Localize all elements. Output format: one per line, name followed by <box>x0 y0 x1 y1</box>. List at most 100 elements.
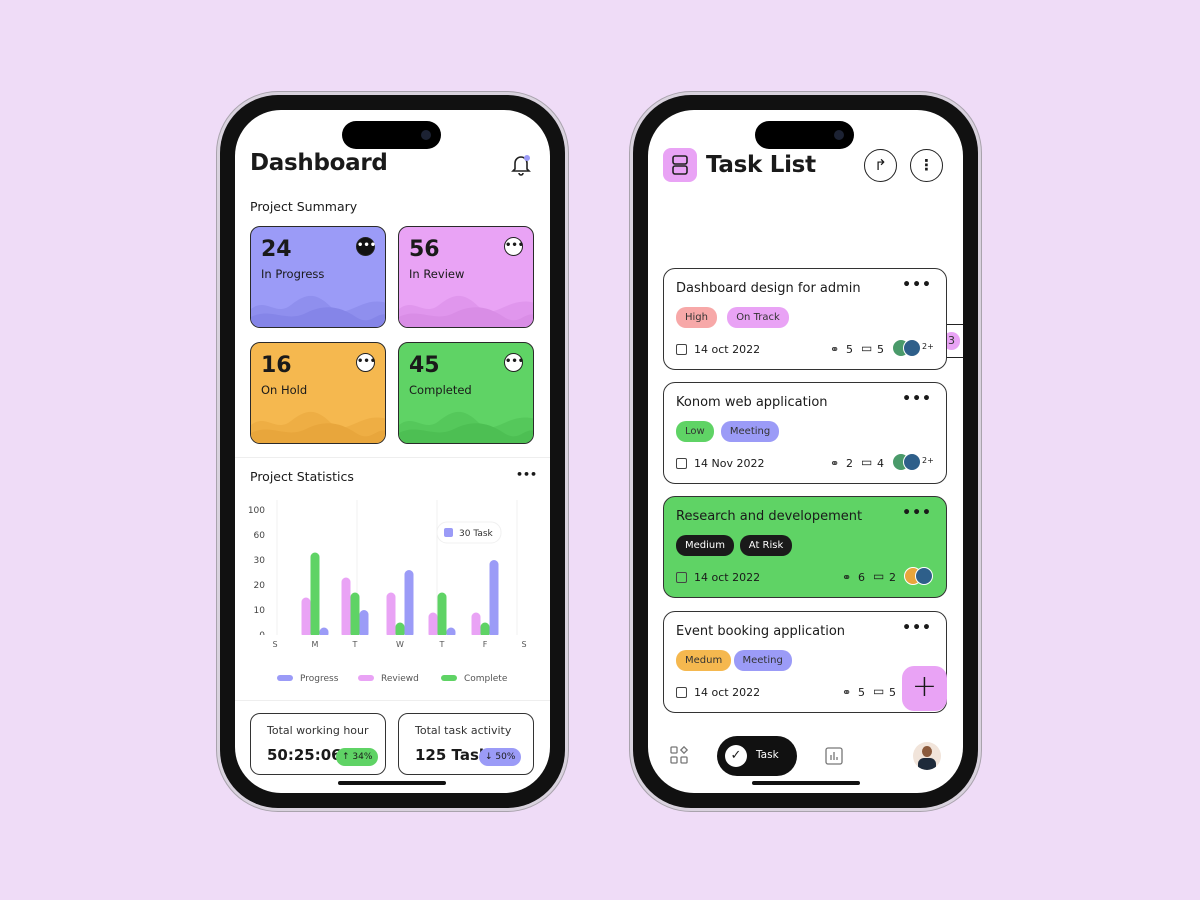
card-more-button[interactable]: ••• <box>356 237 376 256</box>
x-tick-label: T <box>352 640 358 649</box>
task-date: 14 oct 2022 <box>694 571 761 584</box>
task-tag: Low <box>676 421 714 442</box>
bar-complete[interactable] <box>350 592 360 639</box>
assignee-avatar <box>903 453 921 471</box>
phone-tasklist: Task List ↱ ⋮ Complete65To Do45In Review… <box>633 95 978 808</box>
task-more-button[interactable]: ••• <box>902 505 932 521</box>
comment-count: 5 <box>889 686 896 699</box>
bar-progress[interactable] <box>359 610 369 638</box>
task-card[interactable]: Dashboard design for admin ••• High On Trac… <box>663 268 947 370</box>
summary-value: 45 <box>409 353 440 378</box>
x-tick-label: M <box>312 640 319 649</box>
legend-label: Complete <box>464 674 508 684</box>
summary-value: 56 <box>409 237 440 262</box>
link-icon: ⚭ <box>830 343 840 356</box>
assignee-avatar <box>915 567 933 585</box>
bar-progress[interactable] <box>404 570 414 638</box>
nav-task-tab[interactable]: ✓ Task <box>717 736 797 776</box>
bar-complete[interactable] <box>310 552 320 639</box>
summary-value: 16 <box>261 353 292 378</box>
dashboard-screen: Dashboard Project Summary 24 In Progress •… <box>235 110 550 793</box>
summary-card[interactable]: 56 In Review ••• <box>398 226 534 328</box>
link-icon: ⚭ <box>830 457 840 470</box>
task-card[interactable]: Konom web application ••• Low Meeting 14 Nov… <box>663 382 947 484</box>
more-button[interactable]: ⋮ <box>910 149 943 182</box>
link-count: 5 <box>858 686 865 699</box>
summary-card[interactable]: 24 In Progress ••• <box>250 226 386 328</box>
legend-swatch <box>277 675 293 681</box>
comment-count: 2 <box>889 571 896 584</box>
more-assignees: 2+ <box>922 456 934 465</box>
comment-icon: ▭ <box>873 684 885 698</box>
comment-icon: ▭ <box>861 455 873 469</box>
task-more-button[interactable]: ••• <box>902 620 932 636</box>
wave-decoration <box>251 295 385 327</box>
task-date: 14 oct 2022 <box>694 686 761 699</box>
bar-progress[interactable] <box>489 560 499 638</box>
task-tag: Meeting <box>733 650 792 671</box>
assignee-avatar <box>903 339 921 357</box>
bell-icon[interactable] <box>511 154 531 176</box>
share-button[interactable]: ↱ <box>864 149 897 182</box>
bar-reviewd[interactable] <box>386 592 396 639</box>
bar-reviewd[interactable] <box>341 577 351 639</box>
link-count: 6 <box>858 571 865 584</box>
divider <box>235 457 550 458</box>
link-icon: ⚭ <box>842 686 852 699</box>
grid-icon[interactable] <box>670 745 689 768</box>
home-indicator <box>338 781 446 785</box>
legend-label: Reviewd <box>381 674 419 684</box>
stat-value: 50:25:06 <box>267 746 342 764</box>
card-more-button[interactable]: ••• <box>504 237 524 256</box>
y-tick-label: 100 <box>248 506 265 516</box>
legend-label: Progress <box>300 674 339 684</box>
y-tick-label: 30 <box>254 556 266 566</box>
task-tag: Medium <box>676 535 734 556</box>
summary-card[interactable]: 45 Completed ••• <box>398 342 534 444</box>
card-more-button[interactable]: ••• <box>356 353 376 372</box>
bar-reviewd[interactable] <box>428 612 438 639</box>
bar-complete[interactable] <box>437 592 447 639</box>
calendar-icon <box>676 687 687 698</box>
legend-swatch <box>441 675 457 681</box>
more-assignees: 2+ <box>922 342 934 351</box>
task-card[interactable]: Research and developement ••• Medium At Ris… <box>663 496 947 598</box>
task-tag: High <box>676 307 717 328</box>
calendar-icon <box>676 344 687 355</box>
card-more-button[interactable]: ••• <box>504 353 524 372</box>
check-icon: ✓ <box>725 745 747 767</box>
task-title: Dashboard design for admin <box>676 281 861 296</box>
stat-badge: ↑ 34% <box>336 748 379 766</box>
task-more-button[interactable]: ••• <box>902 391 932 407</box>
more-vertical-icon: ⋮ <box>919 156 934 174</box>
comment-count: 4 <box>877 457 884 470</box>
tooltip-text: 30 Task <box>459 529 494 539</box>
task-tag: Meeting <box>720 421 780 442</box>
bar-reviewd[interactable] <box>301 597 311 639</box>
phone-dashboard: Dashboard Project Summary 24 In Progress •… <box>220 95 565 808</box>
task-date: 14 Nov 2022 <box>694 457 765 470</box>
summary-label: Completed <box>409 383 472 397</box>
bar-reviewd[interactable] <box>471 612 481 639</box>
divider <box>235 700 550 701</box>
stat-caption: Total working hour <box>267 724 369 737</box>
task-more-button[interactable]: ••• <box>902 277 932 293</box>
stat-caption: Total task activity <box>415 724 512 737</box>
task-tag: On Track <box>727 307 789 328</box>
tooltip-swatch <box>444 528 453 537</box>
dynamic-island <box>755 121 854 149</box>
calendar-icon <box>676 572 687 583</box>
stats-icon[interactable] <box>825 747 843 769</box>
y-tick-label: 60 <box>254 531 266 541</box>
wave-decoration <box>399 411 533 443</box>
wave-decoration <box>251 411 385 443</box>
project-statistics-chart: 010203060100SMTWTFS30 TaskProgressReview… <box>235 500 550 684</box>
x-tick-label: F <box>483 640 488 649</box>
summary-card[interactable]: 16 On Hold ••• <box>250 342 386 444</box>
stats-more-button[interactable]: ••• <box>516 468 537 481</box>
add-task-button[interactable]: + <box>902 666 947 711</box>
stat-value: 125 Task <box>415 746 489 764</box>
task-date: 14 oct 2022 <box>694 343 761 356</box>
profile-avatar[interactable] <box>913 742 941 770</box>
page-title: Task List <box>706 152 816 178</box>
